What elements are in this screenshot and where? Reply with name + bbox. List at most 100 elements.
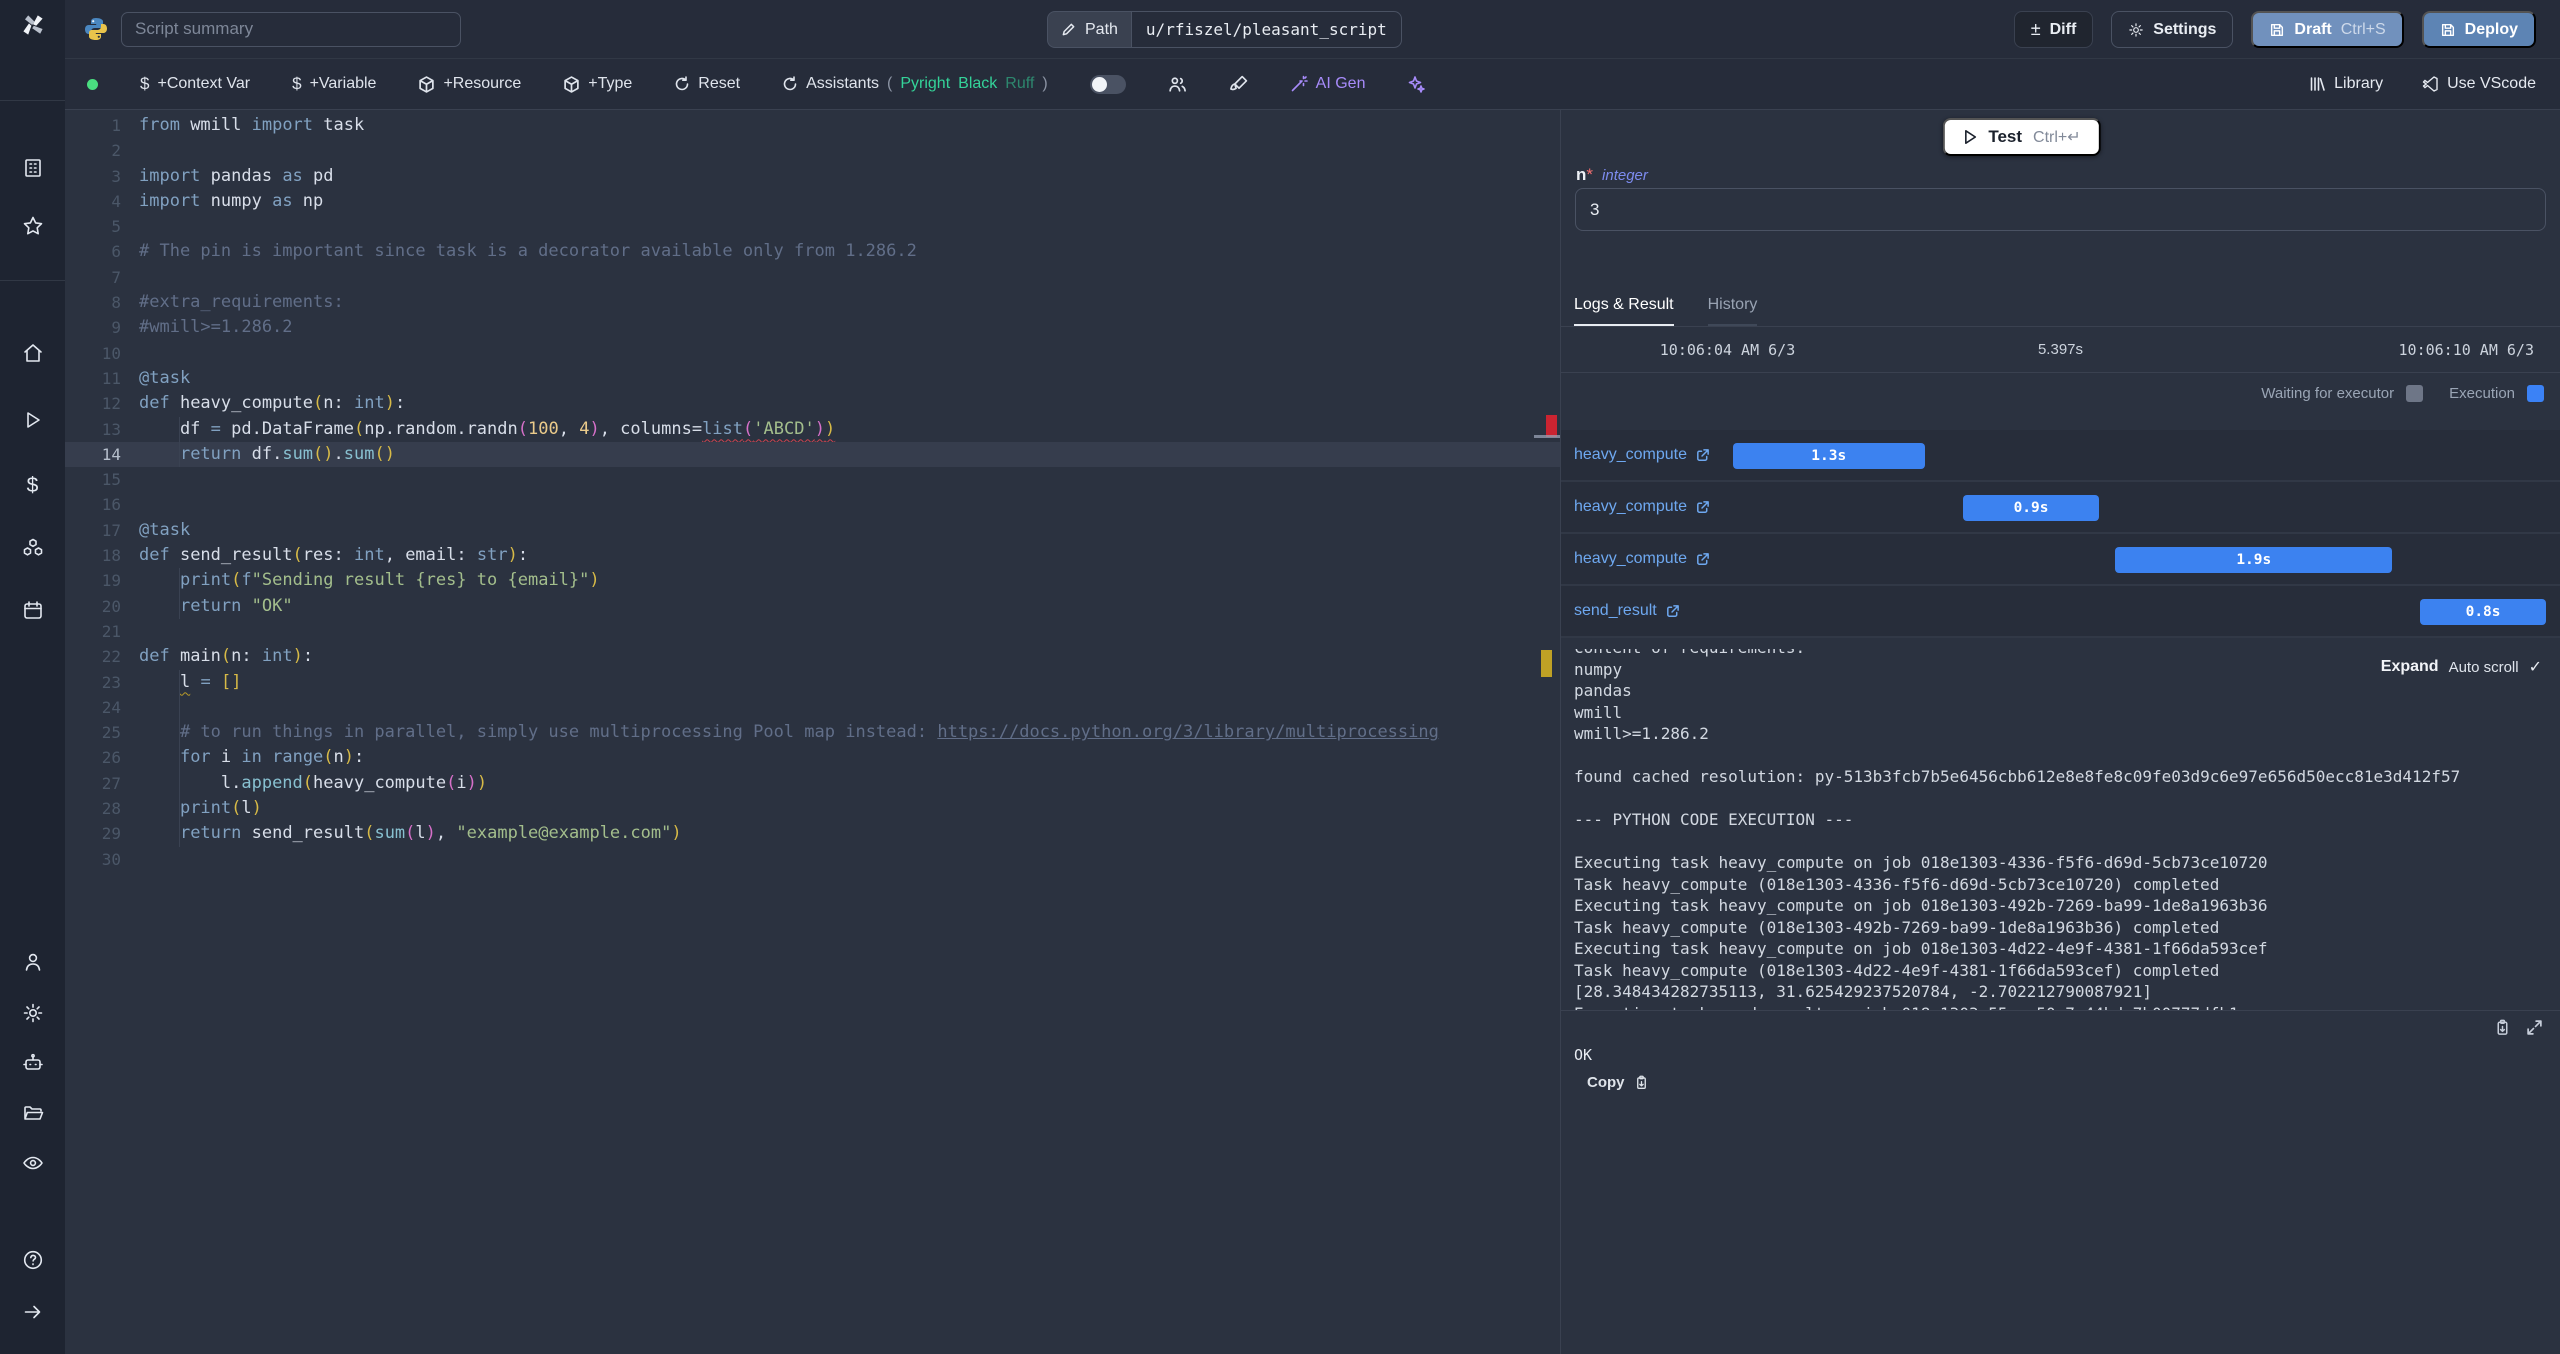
code-line[interactable]: 1 from wmill import task: [65, 113, 1560, 138]
code-line[interactable]: 20 return "OK": [65, 593, 1560, 619]
workspace-icon[interactable]: [21, 156, 45, 180]
edit-path-button[interactable]: Path: [1047, 11, 1131, 48]
test-shortcut: Ctrl+↵: [2033, 129, 2081, 146]
home-icon[interactable]: [21, 341, 45, 365]
draft-shortcut: Ctrl+S: [2340, 20, 2386, 38]
fullscreen-logs-icon[interactable]: [2526, 1019, 2543, 1036]
log-panel[interactable]: content of requirements: numpy pandas wm…: [1561, 649, 2560, 1010]
code-line[interactable]: 14 return df.sum().sum(): [65, 441, 1560, 468]
code-line[interactable]: 29 return send_result(sum(l), "example@e…: [65, 821, 1560, 847]
resources-cubes-icon[interactable]: [21, 536, 45, 560]
code-line[interactable]: 7: [65, 265, 1560, 290]
use-vscode-button[interactable]: Use VScode: [2421, 75, 2536, 93]
line-number: 23: [101, 672, 121, 692]
add-context-var-button[interactable]: $ +Context Var: [140, 74, 250, 94]
audit-eye-icon[interactable]: [21, 1151, 45, 1175]
code-line[interactable]: 30: [65, 847, 1560, 872]
code-line[interactable]: 5: [65, 214, 1560, 239]
deploy-button[interactable]: Deploy: [2421, 11, 2536, 48]
sparkles-icon[interactable]: [1407, 75, 1426, 93]
favorites-star-icon[interactable]: [21, 214, 45, 238]
expand-logs-button[interactable]: Expand: [2381, 658, 2439, 676]
help-icon[interactable]: [21, 1248, 45, 1272]
variables-dollar-icon[interactable]: $: [21, 474, 45, 498]
assistant-pyright: Pyright: [900, 75, 951, 92]
duration-bar[interactable]: 0.9s: [1962, 495, 2100, 521]
code-line[interactable]: 27 l.append(heavy_compute(i)): [65, 770, 1560, 797]
tab-history[interactable]: History: [1707, 296, 1758, 326]
settings-gear-icon[interactable]: [21, 1001, 45, 1025]
assistant-ruff: Ruff: [1005, 75, 1035, 92]
copy-logs-icon[interactable]: [2494, 1019, 2511, 1036]
line-number: 18: [101, 546, 121, 566]
code-line[interactable]: 25 # to run things in parallel, simply u…: [65, 720, 1560, 746]
diff-mode-toggle[interactable]: [1089, 74, 1126, 94]
user-icon[interactable]: [21, 950, 45, 974]
code-line[interactable]: 4 import numpy as np: [65, 189, 1560, 214]
duration-bar[interactable]: 1.3s: [1732, 443, 1925, 469]
assistants-status[interactable]: Assistants (Pyright Black Ruff): [782, 75, 1048, 93]
code-line[interactable]: 13 df = pd.DataFrame(np.random.randn(100…: [65, 416, 1560, 442]
code-line[interactable]: 9 #wmill>=1.286.2: [65, 315, 1560, 340]
windmill-logo-icon[interactable]: [21, 13, 45, 37]
line-number: 26: [101, 748, 121, 768]
indent-guide: [179, 770, 180, 797]
task-link[interactable]: heavy_compute: [1574, 446, 1710, 464]
task-link[interactable]: send_result: [1574, 602, 1680, 620]
task-link[interactable]: heavy_compute: [1574, 498, 1710, 516]
ai-gen-button[interactable]: AI Gen: [1290, 75, 1365, 93]
diff-button[interactable]: ± Diff: [2013, 11, 2094, 48]
save-icon: [2441, 23, 2454, 36]
test-button[interactable]: Test Ctrl+↵: [1942, 118, 2101, 156]
indent-guide: [179, 821, 180, 847]
code-line[interactable]: 21: [65, 619, 1560, 644]
code-line[interactable]: 11 @task: [65, 366, 1560, 391]
line-number: 20: [101, 596, 121, 616]
add-type-button[interactable]: +Type: [563, 75, 632, 93]
ai-robot-icon[interactable]: [21, 1051, 45, 1075]
code-editor[interactable]: 1 from wmill import task 2 3 import pandas a…: [65, 110, 1560, 1354]
collapse-arrow-icon[interactable]: [21, 1300, 45, 1324]
multiplayer-icon[interactable]: [1168, 75, 1187, 94]
indent-guide: [179, 416, 180, 442]
add-resource-button[interactable]: +Resource: [418, 75, 521, 93]
save-draft-button[interactable]: Draft Ctrl+S: [2251, 11, 2404, 48]
code-line[interactable]: 16: [65, 492, 1560, 517]
schedules-calendar-icon[interactable]: [21, 598, 45, 622]
code-line[interactable]: 17 @task: [65, 518, 1560, 543]
reset-button[interactable]: Reset: [674, 75, 740, 93]
copy-result-button[interactable]: Copy: [1587, 1074, 1649, 1091]
script-path-value[interactable]: u/rfiszel/pleasant_script: [1130, 11, 1402, 48]
tab-logs-result[interactable]: Logs & Result: [1574, 296, 1674, 326]
format-brush-icon[interactable]: [1229, 75, 1248, 94]
code-line[interactable]: 8 #extra_requirements:: [65, 290, 1560, 315]
code-line[interactable]: 19 print(f"Sending result {res} to {emai…: [65, 568, 1560, 594]
duration-bar[interactable]: 0.8s: [2420, 599, 2546, 625]
legend-swatch: [2406, 385, 2424, 402]
autoscroll-checkbox[interactable]: ✓: [2529, 657, 2542, 677]
task-link[interactable]: heavy_compute: [1574, 550, 1710, 568]
add-variable-button[interactable]: $ +Variable: [292, 74, 376, 94]
code-lines[interactable]: 1 from wmill import task 2 3 import pandas a…: [65, 113, 1560, 872]
code-line[interactable]: 12 def heavy_compute(n: int):: [65, 391, 1560, 416]
library-button[interactable]: Library: [2308, 75, 2383, 93]
code-line[interactable]: 24: [65, 694, 1560, 721]
code-line[interactable]: 15: [65, 467, 1560, 492]
code-line[interactable]: 2: [65, 138, 1560, 163]
line-number: 22: [101, 647, 121, 667]
code-line[interactable]: 22 def main(n: int):: [65, 644, 1560, 669]
folders-icon[interactable]: [21, 1101, 45, 1125]
code-line[interactable]: 28 print(l): [65, 796, 1560, 822]
runs-play-icon[interactable]: [21, 408, 45, 432]
code-line[interactable]: 23 l = []: [65, 669, 1560, 695]
assistant-black: Black: [958, 75, 998, 92]
code-line[interactable]: 10: [65, 341, 1560, 366]
code-line[interactable]: 18 def send_result(res: int, email: str):: [65, 543, 1560, 568]
script-summary-input[interactable]: [121, 11, 461, 47]
duration-bar[interactable]: 1.9s: [2115, 547, 2393, 573]
code-line[interactable]: 3 import pandas as pd: [65, 164, 1560, 189]
settings-button[interactable]: Settings: [2111, 11, 2234, 48]
argument-n-input[interactable]: [1575, 188, 2546, 231]
code-line[interactable]: 6 # The pin is important since task is a …: [65, 239, 1560, 264]
code-line[interactable]: 26 for i in range(n):: [65, 745, 1560, 771]
